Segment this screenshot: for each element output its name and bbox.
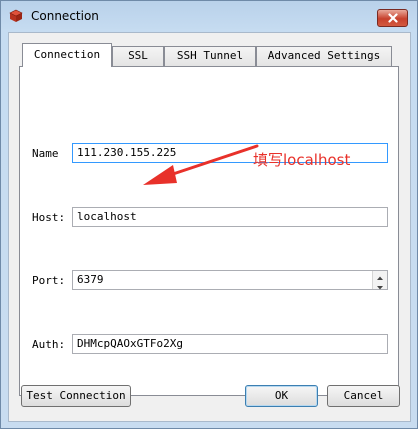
cancel-button[interactable]: Cancel [327, 385, 400, 407]
port-spinner [372, 271, 387, 290]
window-title: Connection [31, 9, 99, 23]
chevron-down-icon [377, 286, 383, 290]
auth-input[interactable]: DHMcpQAOxGTFo2Xg [72, 334, 388, 354]
close-icon [388, 13, 398, 23]
port-spinbox[interactable]: 6379 [72, 270, 388, 290]
close-button[interactable] [377, 9, 408, 27]
connection-dialog: Connection Connection SSL SSH Tunnel Adv… [0, 0, 418, 429]
redis-cube-icon [9, 9, 23, 23]
connection-tab-panel: Name 111.230.155.225 Host: localhost Por… [19, 66, 399, 396]
annotation-arrow-icon [143, 144, 259, 185]
port-value: 6379 [77, 273, 104, 286]
tab-ssh-tunnel[interactable]: SSH Tunnel [164, 46, 256, 66]
tab-ssl[interactable]: SSL [112, 46, 164, 66]
port-label: Port: [32, 274, 66, 287]
ok-button[interactable]: OK [245, 385, 318, 407]
name-label: Name [32, 147, 59, 160]
host-input[interactable]: localhost [72, 207, 388, 227]
auth-label: Auth: [32, 338, 66, 351]
spin-down-button[interactable] [373, 280, 387, 290]
title-bar: Connection [1, 1, 417, 31]
test-connection-button[interactable]: Test Connection [21, 385, 131, 407]
host-label: Host: [32, 211, 66, 224]
spin-up-button[interactable] [373, 271, 387, 280]
dialog-body: Connection SSL SSH Tunnel Advanced Setti… [8, 32, 411, 422]
tab-connection[interactable]: Connection [22, 43, 112, 67]
tab-advanced-settings[interactable]: Advanced Settings [256, 46, 392, 66]
